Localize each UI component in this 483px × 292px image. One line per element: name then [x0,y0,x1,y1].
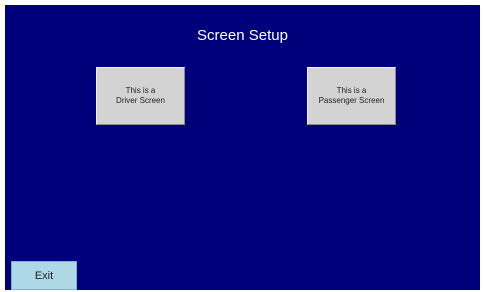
screen-setup-panel: Screen Setup This is a Driver Screen Thi… [5,5,480,290]
driver-screen-button-label-line2: Driver Screen [116,96,165,105]
exit-button-label: Exit [34,269,54,282]
driver-screen-button-label-line1: This is a [125,86,156,95]
page-title: Screen Setup [197,27,288,44]
driver-screen-button[interactable]: This is a Driver Screen [96,67,185,125]
passenger-screen-button-label-line1: This is a [336,86,367,95]
passenger-screen-button-label-line2: Passenger Screen [318,96,385,105]
exit-button[interactable]: Exit [11,261,77,290]
passenger-screen-button[interactable]: This is a Passenger Screen [307,67,396,125]
